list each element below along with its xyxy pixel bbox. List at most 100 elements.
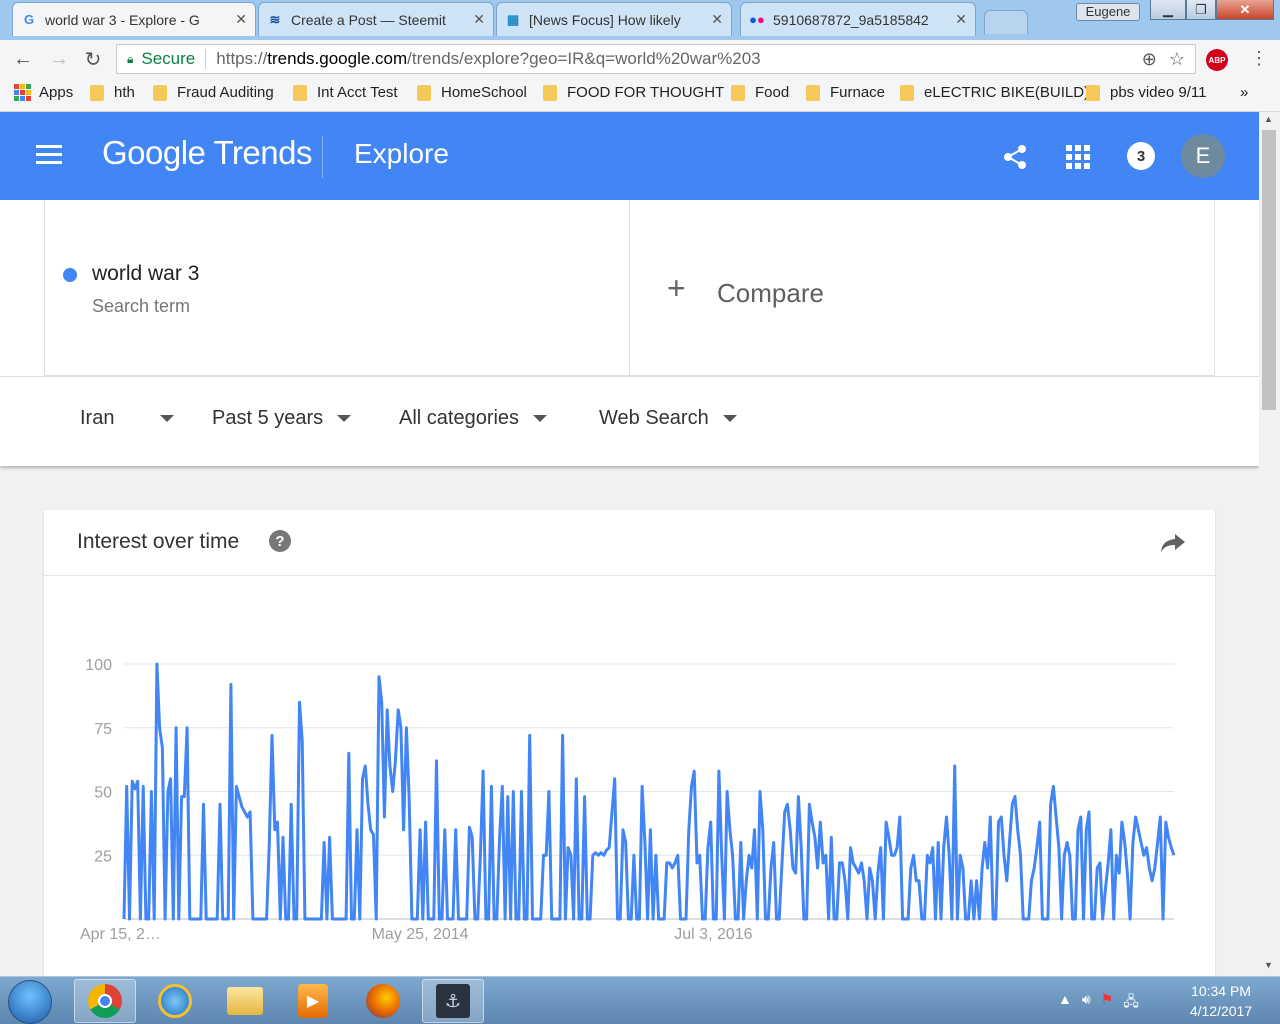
- card-header: Interest over time ?: [44, 510, 1215, 576]
- bookmark-folder[interactable]: eLECTRIC BIKE(BUILD): [900, 84, 1089, 101]
- taskbar-internet-explorer[interactable]: [144, 979, 206, 1023]
- start-button[interactable]: [8, 980, 52, 1024]
- tab-world-war-3[interactable]: G world war 3 - Explore - G ✕: [12, 2, 256, 36]
- interest-over-time-card: Interest over time ? 100 75 50 25 Apr 15, 2……: [44, 510, 1215, 976]
- share-arrow-icon[interactable]: [1160, 532, 1186, 554]
- bookmark-folder[interactable]: hth: [90, 84, 135, 101]
- browser-tab-strip: G world war 3 - Explore - G ✕ ≋ Create a…: [0, 0, 1280, 40]
- google-apps-icon[interactable]: [1066, 145, 1090, 169]
- compare-box[interactable]: + Compare: [629, 200, 1215, 376]
- x-tick-label: Apr 15, 2…: [80, 926, 161, 943]
- taskbar-firefox[interactable]: [352, 979, 414, 1023]
- close-icon[interactable]: ✕: [955, 11, 967, 28]
- clock-time: 10:34 PM: [1191, 983, 1251, 999]
- bookmark-folder[interactable]: Fraud Auditing: [153, 84, 274, 101]
- chrome-icon: [88, 984, 122, 1018]
- taskbar-chrome[interactable]: [74, 979, 136, 1023]
- close-icon[interactable]: ✕: [235, 11, 247, 28]
- taskbar-media-player[interactable]: ▶: [282, 979, 344, 1023]
- more-menu-icon[interactable]: ⋮: [1250, 48, 1268, 69]
- google-trends-logo[interactable]: Google Trends: [102, 134, 312, 172]
- x-tick-label: Jul 3, 2016: [674, 926, 752, 943]
- category-filter[interactable]: All categories: [399, 407, 548, 430]
- adblock-plus-icon[interactable]: ABP: [1206, 49, 1228, 71]
- bookmarks-overflow-icon[interactable]: »: [1240, 84, 1248, 101]
- bookmark-folder[interactable]: pbs video 9/11: [1086, 84, 1206, 101]
- network-icon[interactable]: 🖧︎: [1123, 991, 1139, 1015]
- system-tray: ▲ 🔊︎ ⚑ 🖧︎: [1058, 991, 1139, 1015]
- folder-icon: [1086, 84, 1100, 101]
- search-term-box[interactable]: world war 3 Search term: [44, 200, 630, 376]
- search-type-filter[interactable]: Web Search: [599, 407, 737, 430]
- tab-flickr[interactable]: ● ● 5910687872_9a5185842 ✕: [740, 2, 976, 36]
- reload-icon[interactable]: ↻: [80, 46, 106, 72]
- clock-date: 4/12/2017: [1189, 1003, 1253, 1019]
- scroll-down-icon[interactable]: ▼: [1264, 960, 1273, 970]
- bookmark-folder[interactable]: HomeSchool: [417, 84, 527, 101]
- help-icon[interactable]: ?: [269, 530, 291, 552]
- y-tick-label: 50: [94, 785, 112, 802]
- search-term-type: Search term: [92, 296, 191, 316]
- secure-label: Secure: [141, 49, 196, 68]
- tab-news-focus[interactable]: ▦ [News Focus] How likely ✕: [496, 2, 732, 36]
- series-color-dot: [63, 268, 77, 282]
- zoom-icon[interactable]: ⊕: [1142, 49, 1157, 70]
- bookmark-star-icon[interactable]: ☆: [1169, 49, 1185, 70]
- taskbar-file-explorer[interactable]: [214, 979, 276, 1023]
- folder-icon: [806, 84, 820, 101]
- notifications-badge[interactable]: 3: [1127, 142, 1155, 170]
- folder-icon: [227, 987, 263, 1015]
- tab-title: [News Focus] How likely: [529, 11, 681, 28]
- add-icon: +: [667, 270, 686, 306]
- bookmark-folder[interactable]: Int Acct Test: [293, 84, 398, 101]
- bookmark-folder[interactable]: FOOD FOR THOUGHT: [543, 84, 724, 101]
- y-tick-label: 100: [85, 657, 112, 674]
- close-icon[interactable]: ✕: [473, 11, 485, 28]
- folder-icon: [900, 84, 914, 101]
- tray-expand-icon[interactable]: ▲: [1058, 991, 1072, 1015]
- taskbar-clock[interactable]: 10:34 PM 4/12/2017: [1176, 981, 1266, 1021]
- menu-icon[interactable]: [36, 145, 62, 165]
- folder-icon: [731, 84, 745, 101]
- search-card: world war 3 Search term + Compare Iran P…: [0, 200, 1259, 466]
- chevron-down-icon: [533, 415, 548, 422]
- url-bar[interactable]: 🔒︎ Secure https://trends.google.com/tren…: [116, 44, 1196, 74]
- compare-label: Compare: [717, 278, 824, 308]
- interest-line-chart[interactable]: 100 75 50 25 Apr 15, 2… May 25, 2014 Jul 3, 20…: [44, 576, 1215, 976]
- url-text: https://trends.google.com/trends/explore…: [216, 49, 761, 68]
- bookmark-folder[interactable]: Food: [731, 84, 789, 101]
- minimize-button[interactable]: ▁: [1150, 0, 1186, 20]
- window-close-button[interactable]: ✕: [1216, 0, 1274, 20]
- time-filter[interactable]: Past 5 years: [212, 407, 352, 430]
- close-icon[interactable]: ✕: [711, 11, 723, 28]
- volume-icon[interactable]: 🔊︎: [1082, 991, 1091, 1015]
- scroll-up-icon[interactable]: ▲: [1264, 114, 1273, 124]
- firefox-icon: [366, 984, 400, 1018]
- new-tab-button[interactable]: [984, 10, 1028, 34]
- search-term-name[interactable]: world war 3: [92, 262, 199, 286]
- tab-steemit[interactable]: ≋ Create a Post — Steemit ✕: [258, 2, 494, 36]
- folder-icon: [90, 84, 104, 101]
- back-arrow-icon[interactable]: ←: [10, 46, 36, 72]
- y-tick-label: 25: [94, 848, 112, 865]
- bookmark-apps[interactable]: Apps: [14, 84, 73, 101]
- internet-explorer-icon: [158, 984, 192, 1018]
- scroll-thumb[interactable]: [1262, 130, 1276, 410]
- bookmarks-bar: Apps hth Fraud Auditing Int Acct Test Ho…: [0, 78, 1280, 112]
- divider: [205, 49, 207, 69]
- tab-title: Create a Post — Steemit: [291, 11, 446, 28]
- share-icon[interactable]: [1000, 142, 1030, 172]
- folder-icon: [293, 84, 307, 101]
- folder-icon: [543, 84, 557, 101]
- news-site-icon: ▦: [506, 11, 520, 27]
- bookmark-folder[interactable]: Furnace: [806, 84, 885, 101]
- avatar[interactable]: E: [1181, 134, 1225, 178]
- address-toolbar: ← → ↻ 🔒︎ Secure https://trends.google.co…: [0, 40, 1280, 78]
- region-filter[interactable]: Iran: [80, 407, 175, 430]
- maximize-button[interactable]: ❐: [1186, 0, 1216, 20]
- profile-user-badge[interactable]: Eugene: [1076, 3, 1140, 21]
- taskbar-world-of-warships[interactable]: ⚓︎: [422, 979, 484, 1023]
- action-center-flag-icon[interactable]: ⚑: [1101, 991, 1114, 1015]
- page-scrollbar[interactable]: ▲ ▼: [1259, 112, 1280, 976]
- forward-arrow-icon[interactable]: →: [46, 46, 72, 72]
